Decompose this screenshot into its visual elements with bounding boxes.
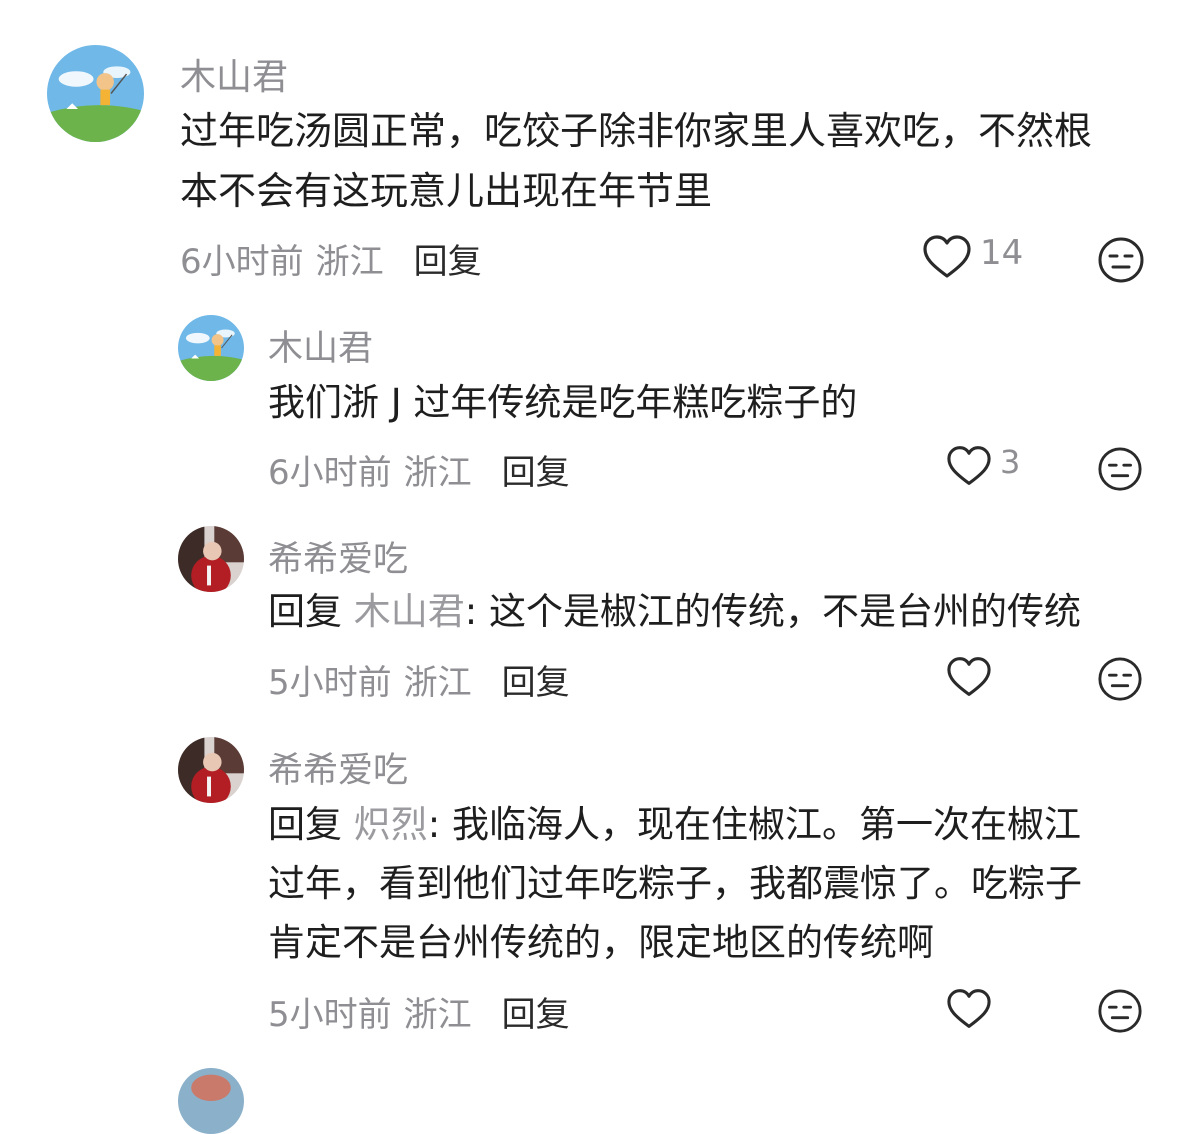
comment-item: 木山君 过年吃汤圆正常，吃饺子除非你家里人喜欢吃，不然根 本不会有这玩意儿出现在… xyxy=(0,0,1190,290)
comment-meta: 5小时前 浙江 回复 xyxy=(268,987,570,1036)
reply-prefix: 回复 xyxy=(268,590,342,633)
photo-avatar-icon xyxy=(178,526,244,592)
mention-username[interactable]: 炽烈 xyxy=(354,803,428,846)
comment-meta: 6小时前 浙江 回复 xyxy=(268,445,570,494)
comment-location: 浙江 xyxy=(403,995,472,1035)
like-count: 3 xyxy=(1000,443,1021,481)
comment-time: 5小时前 xyxy=(268,995,392,1035)
comment-text-line: 本不会有这玩意儿出现在年节里 xyxy=(180,169,713,213)
comment-time: 6小时前 xyxy=(180,242,304,282)
comment-username[interactable]: 希希爱吃 xyxy=(268,531,408,582)
user-avatar[interactable] xyxy=(178,737,244,803)
like-button[interactable]: 3 xyxy=(946,443,1021,487)
reply-button[interactable]: 回复 xyxy=(502,987,570,1036)
comment-time: 6小时前 xyxy=(268,453,392,493)
comment-meta: 5小时前 浙江 回复 xyxy=(268,655,570,704)
like-button[interactable] xyxy=(946,656,992,698)
comment-text-line: 肯定不是台州传统的，限定地区的传统啊 xyxy=(268,921,934,964)
photo-avatar-icon xyxy=(178,1068,244,1134)
meh-face-icon xyxy=(1098,989,1142,1033)
comment-text-content: : 我临海人，现在住椒江。第一次在椒江 xyxy=(427,803,1081,846)
comment-text: 过年吃汤圆正常，吃饺子除非你家里人喜欢吃，不然根 本不会有这玩意儿出现在年节里 xyxy=(180,101,1092,221)
user-avatar[interactable] xyxy=(47,45,144,142)
cartoon-kite-avatar-icon xyxy=(178,315,244,381)
cartoon-kite-avatar-icon xyxy=(47,45,144,142)
comment-username[interactable]: 木山君 xyxy=(268,320,373,371)
photo-avatar-icon xyxy=(178,737,244,803)
reply-button[interactable]: 回复 xyxy=(502,655,570,704)
meh-face-icon xyxy=(1098,237,1144,283)
reply-button[interactable]: 回复 xyxy=(414,234,482,283)
heart-outline-icon xyxy=(947,446,991,485)
comment-text-line: 过年吃汤圆正常，吃饺子除非你家里人喜欢吃，不然根 xyxy=(180,109,1093,153)
comment-text-line: 回复 炽烈: 我临海人，现在住椒江。第一次在椒江 xyxy=(268,795,1082,854)
comment-location: 浙江 xyxy=(403,663,472,703)
user-avatar[interactable] xyxy=(178,315,244,381)
user-avatar[interactable] xyxy=(178,1068,244,1134)
dislike-button[interactable] xyxy=(1097,236,1145,284)
comment-text-line: 过年，看到他们过年吃粽子，我都震惊了。吃粽子 xyxy=(268,862,1082,905)
comment-text: 我们浙 J 过年传统是吃年糕吃粽子的 xyxy=(268,373,857,432)
comment-meta: 6小时前 浙江 回复 xyxy=(180,234,482,283)
comment-username[interactable]: 木山君 xyxy=(180,48,288,100)
comment-text: 回复 木山君: 这个是椒江的传统，不是台州的传统 xyxy=(268,582,1081,641)
dislike-button[interactable] xyxy=(1097,446,1143,492)
comment-text: 回复 炽烈: 我临海人，现在住椒江。第一次在椒江 过年，看到他们过年吃粽子，我都… xyxy=(268,795,1082,972)
like-button[interactable]: 14 xyxy=(922,233,1024,280)
heart-outline-icon xyxy=(947,989,991,1028)
meh-face-icon xyxy=(1098,657,1142,701)
comment-location: 浙江 xyxy=(315,242,384,282)
dislike-button[interactable] xyxy=(1097,988,1143,1034)
user-avatar[interactable] xyxy=(178,526,244,592)
meh-face-icon xyxy=(1098,447,1142,491)
reply-button[interactable]: 回复 xyxy=(502,445,570,494)
comment-text-line: 回复 木山君: 这个是椒江的传统，不是台州的传统 xyxy=(268,582,1081,641)
dislike-button[interactable] xyxy=(1097,656,1143,702)
heart-outline-icon xyxy=(947,657,991,696)
comment-text-line: 我们浙 J 过年传统是吃年糕吃粽子的 xyxy=(268,381,858,424)
mention-username[interactable]: 木山君 xyxy=(354,590,465,633)
comment-username[interactable]: 希希爱吃 xyxy=(268,742,408,793)
like-count: 14 xyxy=(980,233,1024,273)
reply-prefix: 回复 xyxy=(268,803,342,846)
comment-time: 5小时前 xyxy=(268,663,392,703)
comment-location: 浙江 xyxy=(403,453,472,493)
comment-text-content: : 这个是椒江的传统，不是台州的传统 xyxy=(464,590,1081,633)
like-button[interactable] xyxy=(946,988,992,1030)
heart-outline-icon xyxy=(923,235,971,278)
